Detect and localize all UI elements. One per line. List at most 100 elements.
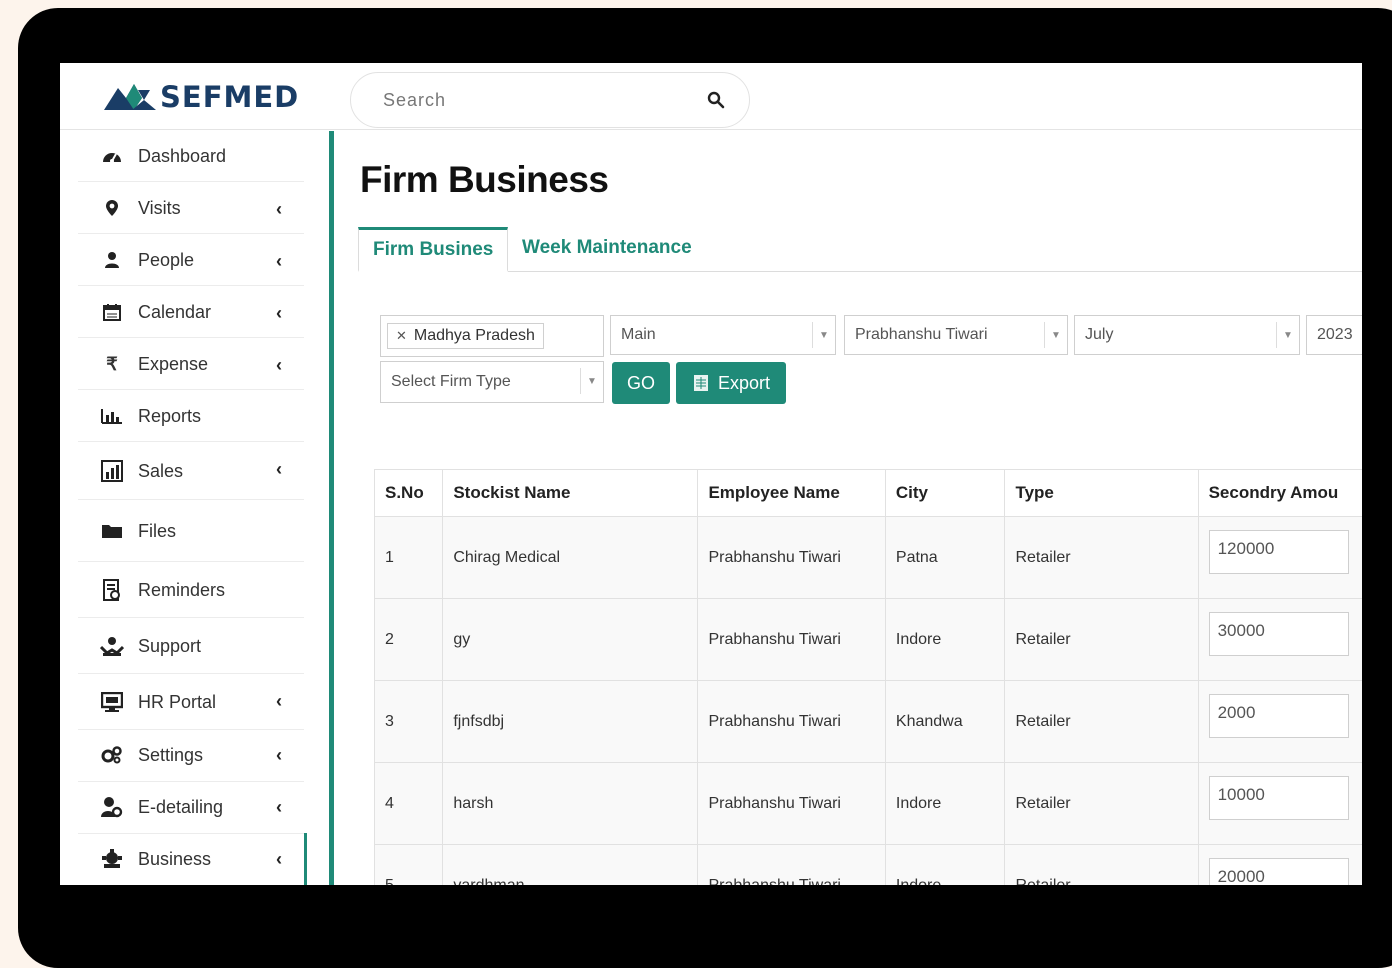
- sidebar-item-label: Reminders: [138, 579, 226, 600]
- spreadsheet-icon: [692, 374, 710, 392]
- go-button[interactable]: GO: [612, 362, 670, 404]
- chevron-left-icon[interactable]: ‹: [276, 459, 282, 480]
- sidebar-item-reminders[interactable]: Reminders: [78, 563, 304, 618]
- table-row: 4 harsh Prabhanshu Tiwari Indore Retaile…: [373, 762, 1362, 845]
- column-header[interactable]: Secondry Amou: [1197, 469, 1362, 517]
- firm-type-select[interactable]: Select Firm Type ▼: [380, 361, 604, 403]
- column-header[interactable]: S.No: [373, 469, 444, 517]
- cell-type: Retailer: [1004, 762, 1199, 845]
- table-row: 1 Chirag Medical Prabhanshu Tiwari Patna…: [373, 516, 1362, 599]
- remove-chip-icon[interactable]: ✕: [396, 328, 407, 344]
- cell-city: Indore: [884, 598, 1006, 681]
- chevron-left-icon[interactable]: ‹: [276, 199, 282, 220]
- cell-stockist: gy: [442, 598, 699, 681]
- sidebar-item-label: Settings: [138, 744, 204, 765]
- sidebar-item-business[interactable]: Business ‹: [78, 833, 307, 885]
- cell-sno: 1: [373, 516, 444, 599]
- cell-amount: 10000: [1197, 762, 1362, 845]
- employee-value: Prabhanshu Tiwari: [855, 326, 988, 343]
- chevron-left-icon[interactable]: ‹: [276, 691, 282, 712]
- cell-employee: Prabhanshu Tiwari: [697, 516, 886, 599]
- monitor-icon: [100, 690, 124, 714]
- amount-input[interactable]: 120000: [1208, 529, 1349, 574]
- gears-icon: [100, 743, 124, 767]
- brand-name: SEFMED: [160, 80, 300, 114]
- sidebar-item-reports[interactable]: Reports: [78, 391, 304, 442]
- search-box[interactable]: [350, 72, 750, 128]
- cell-sno: 5: [373, 844, 444, 885]
- sidebar-item-label: Dashboard: [138, 145, 227, 166]
- dropdown-caret-icon: ▼: [812, 322, 835, 348]
- cell-stockist: Chirag Medical: [442, 516, 699, 599]
- cell-city: Patna: [884, 516, 1006, 599]
- sidebar-item-people[interactable]: People ‹: [78, 235, 304, 286]
- brand-logo[interactable]: SEFMED: [104, 79, 299, 115]
- sidebar-item-sales[interactable]: Sales ‹: [78, 443, 304, 500]
- sidebar-item-support[interactable]: Support: [78, 619, 304, 674]
- sidebar-item-expense[interactable]: ₹ Expense ‹: [78, 339, 304, 390]
- chevron-left-icon[interactable]: ‹: [276, 849, 282, 870]
- column-header[interactable]: Type: [1004, 469, 1199, 517]
- business-icon: [100, 847, 124, 871]
- cell-employee: Prabhanshu Tiwari: [697, 762, 886, 845]
- search-icon[interactable]: [707, 91, 725, 114]
- sidebar-item-label: E-detailing: [138, 796, 224, 817]
- division-select[interactable]: Main ▼: [610, 315, 836, 355]
- chevron-left-icon[interactable]: ‹: [276, 303, 282, 324]
- cell-sno: 2: [373, 598, 444, 681]
- dropdown-caret-icon: ▼: [580, 368, 603, 394]
- cell-employee: Prabhanshu Tiwari: [697, 844, 886, 885]
- sidebar-item-hr-portal[interactable]: HR Portal ‹: [78, 675, 304, 730]
- division-value: Main: [621, 326, 656, 343]
- sidebar-item-e-detailing[interactable]: E-detailing ‹: [78, 781, 304, 834]
- main-content: Firm Business Firm Busines Week Maintena…: [338, 131, 1362, 885]
- dropdown-caret-icon: ▼: [1044, 322, 1067, 348]
- employee-select[interactable]: Prabhanshu Tiwari ▼: [844, 315, 1068, 355]
- chevron-left-icon[interactable]: ‹: [276, 355, 282, 376]
- amount-input[interactable]: 10000: [1208, 775, 1349, 820]
- sidebar-item-files[interactable]: Files: [78, 501, 304, 562]
- bar-chart-icon: [100, 404, 124, 428]
- calendar-icon: [100, 300, 124, 324]
- column-header[interactable]: City: [884, 469, 1006, 517]
- logo-mark-icon: [104, 84, 156, 110]
- amount-input[interactable]: 2000: [1208, 693, 1349, 738]
- year-select[interactable]: 2023: [1306, 315, 1362, 355]
- state-multiselect[interactable]: ✕ Madhya Pradesh: [380, 315, 604, 357]
- chevron-left-icon[interactable]: ‹: [276, 745, 282, 766]
- column-header[interactable]: Stockist Name: [442, 469, 699, 517]
- chevron-left-icon[interactable]: ‹: [276, 251, 282, 272]
- tab-week-maintenance[interactable]: Week Maintenance: [508, 227, 706, 269]
- cell-stockist: harsh: [442, 762, 699, 845]
- tab-firm-busines[interactable]: Firm Busines: [358, 227, 509, 272]
- cell-amount: 2000: [1197, 680, 1362, 763]
- page-title: Firm Business: [360, 159, 609, 200]
- app-screen: SEFMED Dashboard Visits ‹ People ‹ Calen…: [60, 63, 1362, 885]
- month-select[interactable]: July ▼: [1074, 315, 1300, 355]
- amount-input[interactable]: 30000: [1208, 611, 1349, 656]
- sidebar-item-calendar[interactable]: Calendar ‹: [78, 287, 304, 338]
- table-row: 5 vardhman Prabhanshu Tiwari Indore Reta…: [373, 844, 1362, 885]
- export-label: Export: [717, 372, 771, 393]
- chevron-left-icon[interactable]: ‹: [276, 797, 282, 818]
- sidebar-item-dashboard[interactable]: Dashboard: [78, 131, 304, 182]
- sidebar-item-label: People: [138, 249, 195, 270]
- export-button[interactable]: Export: [676, 362, 786, 404]
- cell-sno: 3: [373, 680, 444, 763]
- sidebar-item-label: Sales: [138, 460, 184, 481]
- top-bar: SEFMED: [60, 63, 1362, 130]
- sidebar-item-settings[interactable]: Settings ‹: [78, 729, 304, 782]
- cell-stockist: fjnfsdbj: [442, 680, 699, 763]
- table-row: 2 gy Prabhanshu Tiwari Indore Retailer 3…: [373, 598, 1362, 681]
- reminder-icon: [100, 578, 124, 602]
- search-input[interactable]: [381, 87, 685, 113]
- cell-employee: Prabhanshu Tiwari: [697, 598, 886, 681]
- column-header[interactable]: Employee Name: [697, 469, 886, 517]
- amount-input[interactable]: 20000: [1208, 857, 1349, 885]
- cell-amount: 30000: [1197, 598, 1362, 681]
- sidebar-item-visits[interactable]: Visits ‹: [78, 183, 304, 234]
- tab-bar: Firm Busines Week Maintenance: [358, 227, 1362, 272]
- sidebar-item-label: HR Portal: [138, 691, 217, 712]
- cell-type: Retailer: [1004, 598, 1199, 681]
- sales-chart-icon: [100, 459, 124, 483]
